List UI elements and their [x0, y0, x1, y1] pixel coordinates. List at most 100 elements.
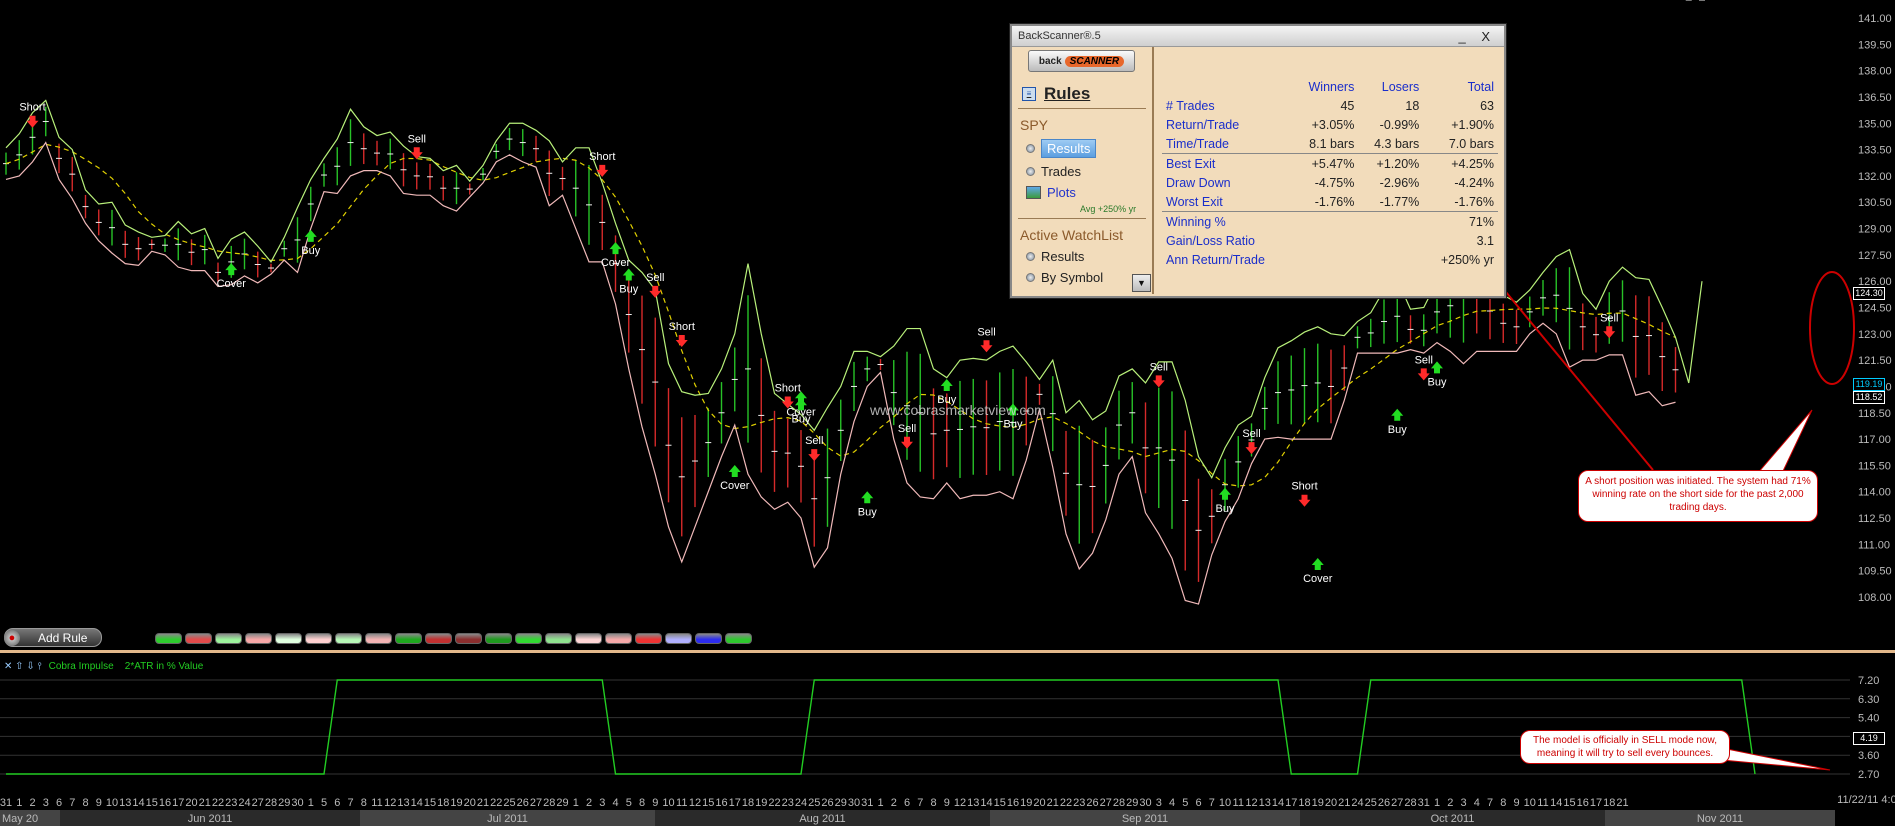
sell-arrow: [1298, 494, 1311, 507]
x-day-label: 28: [1113, 797, 1125, 809]
x-day-label: 4: [612, 797, 618, 809]
rule-swatch[interactable]: [365, 633, 392, 644]
price-tick-label: 118.50: [1858, 408, 1891, 420]
rule-swatch[interactable]: [305, 633, 332, 644]
results-table-area: Winners Losers Total # Trades 45 18 63 Retu…: [1154, 47, 1500, 294]
x-day-label: 29: [1126, 797, 1138, 809]
x-day-label: 18: [1298, 797, 1310, 809]
rules-heading[interactable]: ≡ Rules: [1022, 84, 1152, 104]
signal-label-buy: Buy: [792, 413, 811, 425]
chevron-down-icon[interactable]: ▼: [1132, 274, 1151, 292]
x-day-label: 18: [742, 797, 754, 809]
x-month-label: Jul 2011: [487, 813, 528, 825]
x-day-label: 12: [384, 797, 396, 809]
x-day-label: 9: [944, 797, 950, 809]
rule-swatch[interactable]: [275, 633, 302, 644]
signal-label-cover: Cover: [1303, 573, 1333, 585]
buy-arrow: [1311, 557, 1324, 570]
x-day-label: 21: [477, 797, 489, 809]
x-day-label: 20: [185, 797, 197, 809]
x-day-label: 30: [1139, 797, 1151, 809]
signal-label-sell: Sell: [1415, 354, 1433, 366]
x-day-label: 2: [29, 797, 35, 809]
x-day-label: 7: [1209, 797, 1215, 809]
rule-swatch[interactable]: [245, 633, 272, 644]
nav-results[interactable]: Results: [1026, 139, 1152, 158]
window-titlebar[interactable]: BackScanner®.5 _ X: [1012, 26, 1504, 47]
current-price-tag: 119.19: [1853, 378, 1885, 391]
x-day-label: 27: [1391, 797, 1403, 809]
x-day-label: 10: [106, 797, 118, 809]
window-title: BackScanner®.5: [1018, 30, 1101, 42]
add-rule-button[interactable]: ● Add Rule: [4, 628, 102, 647]
signal-label-short: Short: [1291, 481, 1317, 493]
x-day-label: 30: [848, 797, 860, 809]
rule-swatch[interactable]: [335, 633, 362, 644]
x-day-label: 30: [291, 797, 303, 809]
panel-divider[interactable]: [0, 650, 1895, 653]
x-day-label: 6: [56, 797, 62, 809]
x-day-label: 21: [1338, 797, 1350, 809]
signal-label-buy: Buy: [301, 245, 320, 257]
col-header: Total: [1467, 79, 1494, 94]
x-day-label: 8: [1500, 797, 1506, 809]
callout-pointer: [1721, 747, 1831, 771]
buy-arrow: [1391, 408, 1404, 421]
signal-label-short: Short: [589, 151, 615, 163]
x-day-label: 13: [119, 797, 131, 809]
rules-icon: ≡: [1022, 87, 1036, 101]
rule-swatch[interactable]: [635, 633, 662, 644]
x-day-label: 10: [1219, 797, 1231, 809]
rule-swatch[interactable]: [395, 633, 422, 644]
rule-swatch[interactable]: [605, 633, 632, 644]
rule-swatch[interactable]: [425, 633, 452, 644]
rule-swatch[interactable]: [155, 633, 182, 644]
col-header: Winners: [1308, 79, 1355, 94]
rule-swatch[interactable]: [455, 633, 482, 644]
signal-label-sell: Sell: [646, 272, 664, 284]
price-tick-label: 141.00: [1858, 13, 1892, 25]
price-tick-label: 121.50: [1858, 355, 1892, 367]
x-day-label: 29: [835, 797, 847, 809]
indicator-value-tag: 4.19: [1853, 732, 1885, 745]
watchlist-results[interactable]: Results: [1026, 249, 1152, 264]
window-controls[interactable]: _ X: [1458, 29, 1496, 44]
table-row: # Trades 45 18 63: [1166, 98, 1494, 113]
signal-label-sell: Sell: [1150, 361, 1168, 373]
table-row: Worst Exit -1.76% -1.77% -1.76%: [1166, 194, 1494, 209]
buy-arrow: [861, 491, 874, 504]
x-day-label: 8: [82, 797, 88, 809]
table-header: Winners Losers Total: [1162, 77, 1498, 96]
buy-arrow: [609, 242, 622, 255]
indicator-controls-icon[interactable]: ✕ ⇧ ⇩ ⫯: [4, 661, 42, 672]
watermark: www.cobrasmarketview.com: [870, 402, 1046, 418]
rule-swatch[interactable]: [215, 633, 242, 644]
bullet-icon: [1026, 167, 1035, 176]
x-day-label: 18: [1603, 797, 1615, 809]
col-header: Losers: [1381, 79, 1420, 94]
x-day-label: 2: [891, 797, 897, 809]
x-last-date: 11/22/11 4:00: [1837, 794, 1895, 806]
x-day-label: 22: [212, 797, 224, 809]
price-tick-label: 117.00: [1858, 434, 1891, 446]
x-day-label: 18: [437, 797, 449, 809]
x-day-label: 4: [1474, 797, 1480, 809]
table-row: Ann Return/Trade +250% yr: [1162, 250, 1498, 269]
rule-swatch[interactable]: [185, 633, 212, 644]
rule-swatch[interactable]: [665, 633, 692, 644]
x-day-label: 16: [1007, 797, 1019, 809]
rule-swatch[interactable]: [725, 633, 752, 644]
indicator-tick-label: 5.40: [1858, 713, 1879, 725]
price-tick-label: 111.00: [1858, 539, 1890, 551]
symbol-label: SPY: [1020, 117, 1049, 133]
rule-swatch[interactable]: [545, 633, 572, 644]
rule-swatch[interactable]: [575, 633, 602, 644]
rule-swatch[interactable]: [695, 633, 722, 644]
nav-trades[interactable]: Trades: [1026, 164, 1152, 179]
nav-plots[interactable]: Plots: [1026, 185, 1152, 200]
x-day-label: 10: [1524, 797, 1536, 809]
rule-swatch[interactable]: [515, 633, 542, 644]
x-day-label: 8: [639, 797, 645, 809]
x-day-label: 15: [146, 797, 158, 809]
rule-swatch[interactable]: [485, 633, 512, 644]
